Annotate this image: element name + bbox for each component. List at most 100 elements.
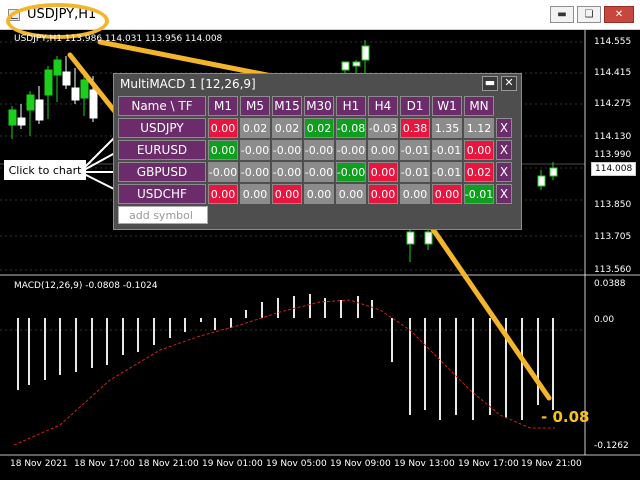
candle-body	[537, 175, 546, 187]
candle-body	[424, 231, 433, 245]
macd-tick: 0.0388	[594, 279, 626, 289]
remove-symbol-button[interactable]: X	[496, 162, 512, 182]
price-tick: 114.275	[594, 99, 632, 109]
candle-body	[17, 117, 26, 126]
add-symbol-input[interactable]: add symbol	[118, 206, 208, 224]
macd-value-m1[interactable]: -0.00	[208, 162, 238, 182]
tf-header-m5[interactable]: M5	[240, 96, 270, 116]
macd-value-m15[interactable]: 0.02	[272, 118, 302, 138]
macd-value-mn[interactable]: 1.12	[464, 118, 494, 138]
close-button[interactable]: ✕	[604, 6, 634, 23]
candle-body	[71, 87, 80, 101]
macd-value-m15[interactable]: -0.00	[272, 162, 302, 182]
timeframe-header-row: Name \ TF M1 M5 M15 M30 H1 H4 D1 W1 MN	[118, 96, 512, 116]
price-tick: 113.850	[594, 200, 632, 210]
price-tick: 114.415	[594, 68, 632, 78]
candle-body	[406, 231, 415, 245]
macd-value-m30[interactable]: -0.00	[304, 162, 334, 182]
chart-symbol-info: USDJPY,H1 113.986 114.031 113.956 114.00…	[14, 34, 223, 44]
symbol-row-usdjpy: USDJPY 0.00 0.02 0.02 0.02 -0.08 -0.03 0.38 1.35…	[118, 118, 512, 138]
close-icon[interactable]: ✕	[501, 76, 517, 91]
macd-value-mn[interactable]: 0.00	[464, 140, 494, 160]
candle-body	[26, 94, 35, 111]
symbol-button-usdjpy[interactable]: USDJPY	[118, 118, 206, 138]
symbol-button-usdchf[interactable]: USDCHF	[118, 184, 206, 204]
remove-symbol-button[interactable]: X	[496, 118, 512, 138]
macd-value-h4[interactable]: 0.00	[368, 140, 398, 160]
current-price-tag: 114.008	[591, 162, 637, 176]
price-tick: 114.555	[594, 37, 632, 47]
time-tick: 18 Nov 17:00	[74, 459, 135, 469]
macd-value-d1[interactable]: -0.01	[400, 140, 430, 160]
macd-value-m15[interactable]: 0.00	[272, 184, 302, 204]
click-to-chart-callout: Click to chart	[4, 160, 86, 180]
tf-header-w1[interactable]: W1	[432, 96, 462, 116]
macd-value-m1[interactable]: 0.00	[208, 118, 238, 138]
macd-value-h1[interactable]: -0.08	[336, 118, 366, 138]
time-tick: 19 Nov 17:00	[458, 459, 519, 469]
symbol-button-eurusd[interactable]: EURUSD	[118, 140, 206, 160]
tf-header-m30[interactable]: M30	[304, 96, 334, 116]
price-tick: 113.705	[594, 232, 632, 242]
macd-value-mn[interactable]: -0.01	[464, 184, 494, 204]
macd-value-h1[interactable]: -0.00	[336, 140, 366, 160]
macd-value-m30[interactable]: 0.00	[304, 184, 334, 204]
highlighted-macd-value: - 0.08	[541, 408, 590, 426]
price-tick: 114.130	[594, 132, 632, 142]
time-tick: 19 Nov 21:00	[521, 459, 582, 469]
candle-body	[89, 89, 98, 119]
tf-header-m15[interactable]: M15	[272, 96, 302, 116]
macd-value-m1[interactable]: 0.00	[208, 184, 238, 204]
macd-histogram	[17, 294, 554, 420]
macd-value-m5[interactable]: -0.00	[240, 162, 270, 182]
price-tick: 113.990	[594, 150, 632, 160]
price-tick: 113.560	[594, 265, 632, 275]
macd-value-h4[interactable]: -0.03	[368, 118, 398, 138]
macd-value-m15[interactable]: -0.00	[272, 140, 302, 160]
minimize-button[interactable]: ▬	[550, 6, 574, 23]
macd-tick: 0.00	[594, 315, 615, 325]
macd-value-w1[interactable]: -0.01	[432, 162, 462, 182]
macd-value-w1[interactable]: -0.01	[432, 140, 462, 160]
macd-value-mn[interactable]: 0.02	[464, 162, 494, 182]
tf-header-d1[interactable]: D1	[400, 96, 430, 116]
candle-body	[62, 71, 71, 86]
macd-value-w1[interactable]: 1.35	[432, 118, 462, 138]
candle-body	[8, 109, 17, 126]
candle-body	[341, 61, 350, 71]
macd-value-h4[interactable]: 0.00	[368, 162, 398, 182]
remove-symbol-button[interactable]: X	[496, 184, 512, 204]
macd-value-m5[interactable]: 0.00	[240, 184, 270, 204]
macd-value-h4[interactable]: 0.00	[368, 184, 398, 204]
macd-value-h1[interactable]: -0.00	[336, 162, 366, 182]
time-tick: 19 Nov 05:00	[266, 459, 327, 469]
symbol-row-usdchf: USDCHF 0.00 0.00 0.00 0.00 0.00 0.00 0.00 0.00 -0…	[118, 184, 512, 204]
symbol-button-gbpusd[interactable]: GBPUSD	[118, 162, 206, 182]
macd-value-d1[interactable]: 0.38	[400, 118, 430, 138]
symbol-row-gbpusd: GBPUSD -0.00 -0.00 -0.00 -0.00 -0.00 0.00 -0.01…	[118, 162, 512, 182]
tf-header-m1[interactable]: M1	[208, 96, 238, 116]
macd-value-w1[interactable]: 0.00	[432, 184, 462, 204]
corner-header: Name \ TF	[118, 96, 206, 116]
panel-title: MultiMACD 1 [12,26,9]	[120, 77, 256, 91]
macd-value-m1[interactable]: 0.00	[208, 140, 238, 160]
time-tick: 18 Nov 21:00	[138, 459, 199, 469]
time-tick: 19 Nov 13:00	[394, 459, 455, 469]
macd-value-h1[interactable]: 0.00	[336, 184, 366, 204]
candle-body	[80, 79, 89, 99]
tf-header-mn[interactable]: MN	[464, 96, 494, 116]
multimacd-panel[interactable]: MultiMACD 1 [12,26,9] ▬ ✕ Name \ TF M1 M…	[113, 73, 522, 230]
maximize-button[interactable]: ❏	[577, 6, 601, 23]
candle-body	[352, 61, 361, 67]
macd-value-d1[interactable]: -0.01	[400, 162, 430, 182]
macd-value-d1[interactable]: 0.00	[400, 184, 430, 204]
macd-value-m30[interactable]: -0.00	[304, 140, 334, 160]
macd-value-m5[interactable]: -0.00	[240, 140, 270, 160]
macd-value-m30[interactable]: 0.02	[304, 118, 334, 138]
time-tick: 19 Nov 01:00	[202, 459, 263, 469]
tf-header-h4[interactable]: H4	[368, 96, 398, 116]
macd-value-m5[interactable]: 0.02	[240, 118, 270, 138]
minimize-icon[interactable]: ▬	[482, 76, 498, 91]
tf-header-h1[interactable]: H1	[336, 96, 366, 116]
remove-symbol-button[interactable]: X	[496, 140, 512, 160]
